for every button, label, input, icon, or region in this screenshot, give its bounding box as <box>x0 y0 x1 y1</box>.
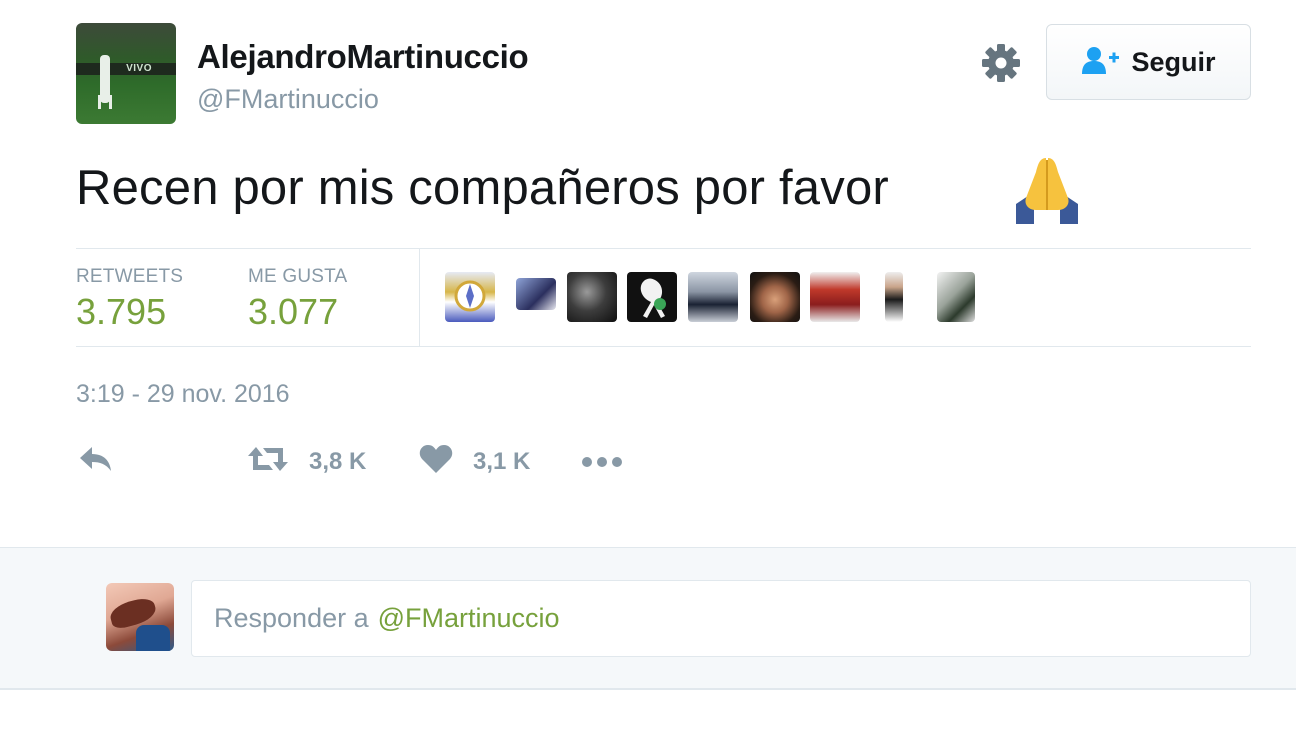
stats-top-divider <box>76 248 1251 249</box>
follow-button[interactable]: Seguir <box>1046 24 1251 100</box>
liker-avatar-6[interactable] <box>750 272 800 322</box>
add-user-icon <box>1081 45 1121 80</box>
folded-hands-icon <box>1012 152 1082 226</box>
stats-vertical-divider <box>419 249 420 346</box>
reply-action[interactable] <box>78 444 114 479</box>
liker-avatar-2[interactable] <box>516 278 556 310</box>
liker-avatar-7[interactable] <box>810 272 860 322</box>
tweet-text: Recen por mis compañeros por favor <box>76 161 889 215</box>
liker-avatar-4[interactable] <box>627 272 677 322</box>
display-name[interactable]: AlejandroMartinuccio <box>197 38 529 76</box>
user-handle[interactable]: @FMartinuccio <box>197 84 379 115</box>
more-action[interactable] <box>581 444 623 479</box>
reply-icon[interactable] <box>78 444 114 479</box>
liker-avatar-9[interactable] <box>937 272 975 322</box>
avatar-banner-text: VIVO <box>126 63 152 74</box>
retweet-count: 3,8 K <box>309 447 367 475</box>
retweet-icon[interactable] <box>247 444 289 479</box>
like-action[interactable]: 3,1 K <box>419 444 530 479</box>
liker-avatar-1[interactable] <box>445 272 495 322</box>
tweet-timestamp[interactable]: 3:19 - 29 nov. 2016 <box>76 380 290 409</box>
likes-label[interactable]: ME GUSTA <box>248 266 347 288</box>
avatar-shirt <box>136 625 170 651</box>
current-user-avatar[interactable] <box>106 583 174 651</box>
stats-bottom-divider <box>76 346 1251 347</box>
avatar-player-legs <box>98 95 112 109</box>
avatar-banner: VIVO <box>76 63 176 75</box>
bottom-strip <box>0 689 1296 729</box>
liker-avatar-8[interactable] <box>885 272 903 322</box>
gear-icon[interactable] <box>981 43 1021 83</box>
like-count: 3,1 K <box>473 447 531 475</box>
liker-avatar-5[interactable] <box>688 272 738 322</box>
retweets-value[interactable]: 3.795 <box>76 291 166 333</box>
more-icon[interactable] <box>581 444 623 479</box>
liker-avatar-3[interactable] <box>567 272 617 322</box>
likes-value[interactable]: 3.077 <box>248 291 338 333</box>
retweets-label[interactable]: RETWEETS <box>76 266 183 288</box>
follow-button-label: Seguir <box>1131 46 1216 77</box>
user-avatar[interactable]: VIVO <box>76 23 176 124</box>
reply-input[interactable]: Responder a @FMartinuccio <box>191 580 1251 657</box>
reply-placeholder-mention: @FMartinuccio <box>377 603 560 633</box>
heart-icon[interactable] <box>419 444 453 479</box>
reply-placeholder-prefix: Responder a <box>214 603 369 633</box>
retweet-action[interactable]: 3,8 K <box>247 444 366 479</box>
